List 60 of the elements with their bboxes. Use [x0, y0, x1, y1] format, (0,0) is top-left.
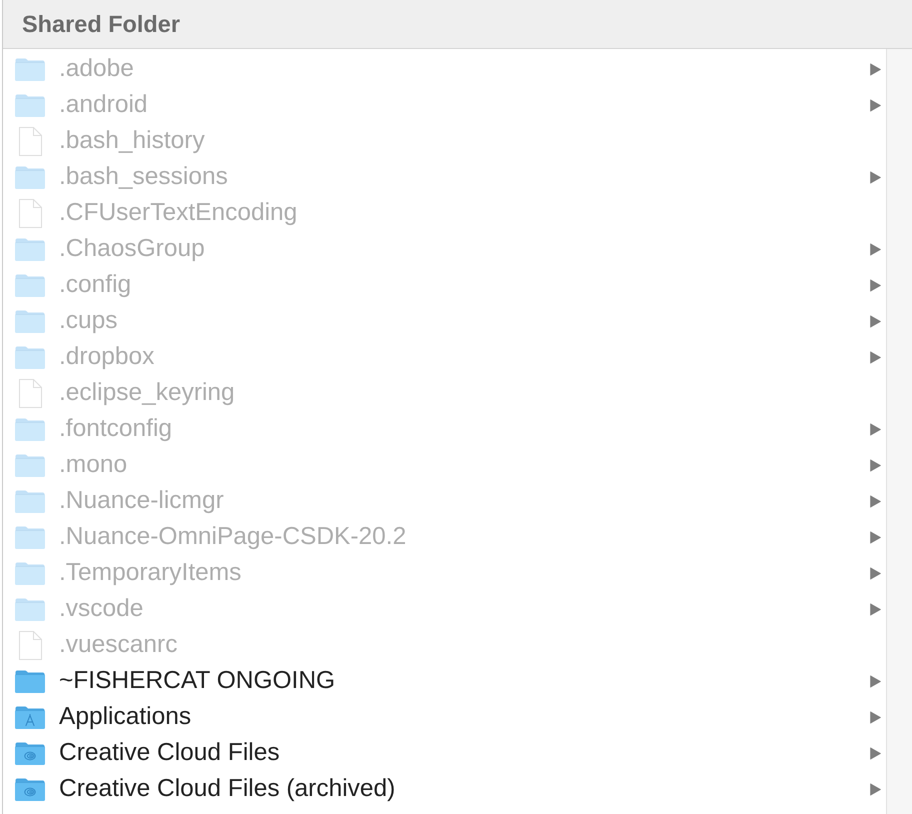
folder-row[interactable]: .ChaosGroup — [3, 231, 886, 267]
file-row[interactable]: .bash_history — [3, 123, 886, 159]
folder-row[interactable]: .TemporaryItems — [3, 555, 886, 591]
folder-icon — [15, 346, 45, 368]
disclosure-triangle-icon[interactable] — [870, 494, 881, 508]
folder-icon — [15, 598, 45, 620]
swirl-folder-icon — [15, 742, 45, 764]
folder-icon — [15, 526, 45, 548]
header-title: Shared Folder — [22, 10, 180, 38]
folder-icon — [15, 238, 45, 260]
disclosure-triangle-icon[interactable] — [870, 566, 881, 580]
file-icon — [18, 378, 42, 408]
disclosure-triangle-icon[interactable] — [870, 710, 881, 724]
folder-row[interactable]: .Nuance-licmgr — [3, 483, 886, 519]
folder-row[interactable]: .bash_sessions — [3, 159, 886, 195]
folder-row[interactable]: .dropbox — [3, 339, 886, 375]
file-row[interactable]: .vuescanrc — [3, 627, 886, 663]
folder-row[interactable]: Creative Cloud Files (archived) — [3, 771, 886, 807]
disclosure-triangle-icon[interactable] — [870, 422, 881, 436]
disclosure-triangle-icon[interactable] — [870, 242, 881, 256]
file-icon — [18, 198, 42, 228]
disclosure-triangle-icon[interactable] — [870, 782, 881, 796]
disclosure-triangle-icon[interactable] — [870, 530, 881, 544]
folder-icon — [15, 418, 45, 440]
folder-row[interactable]: ~FISHERCAT ONGOING — [3, 663, 886, 699]
folder-row[interactable]: Creative Cloud Files — [3, 735, 886, 771]
folder-icon — [15, 490, 45, 512]
folder-row[interactable]: .vscode — [3, 591, 886, 627]
folder-icon — [15, 670, 45, 692]
folder-icon — [15, 274, 45, 296]
disclosure-triangle-icon[interactable] — [870, 278, 881, 292]
folder-row[interactable]: .Nuance-OmniPage-CSDK-20.2 — [3, 519, 886, 555]
folder-icon — [15, 454, 45, 476]
folder-row[interactable]: .cups — [3, 303, 886, 339]
folder-icon — [15, 58, 45, 80]
disclosure-triangle-icon[interactable] — [870, 170, 881, 184]
folder-icon — [15, 166, 45, 188]
folder-row[interactable]: .config — [3, 267, 886, 303]
file-row[interactable]: .CFUserTextEncoding — [3, 195, 886, 231]
disclosure-triangle-icon[interactable] — [870, 458, 881, 472]
app-folder-icon — [15, 706, 45, 728]
folder-row[interactable]: .mono — [3, 447, 886, 483]
folder-row[interactable]: .android — [3, 87, 886, 123]
disclosure-triangle-icon[interactable] — [870, 602, 881, 616]
disclosure-triangle-icon[interactable] — [870, 746, 881, 760]
file-row[interactable]: .eclipse_keyring — [3, 375, 886, 411]
swirl-folder-icon — [15, 778, 45, 800]
folder-icon — [15, 94, 45, 116]
folder-row[interactable]: .adobe — [3, 51, 886, 87]
folder-row[interactable]: Applications — [3, 699, 886, 735]
file-icon — [18, 126, 42, 156]
disclosure-triangle-icon[interactable] — [870, 98, 881, 112]
file-icon — [18, 630, 42, 660]
folder-row[interactable]: .fontconfig — [3, 411, 886, 447]
disclosure-triangle-icon[interactable] — [870, 674, 881, 688]
folder-icon — [15, 562, 45, 584]
disclosure-triangle-icon[interactable] — [870, 62, 881, 76]
disclosure-triangle-icon[interactable] — [870, 350, 881, 364]
folder-icon — [15, 310, 45, 332]
disclosure-triangle-icon[interactable] — [870, 314, 881, 328]
